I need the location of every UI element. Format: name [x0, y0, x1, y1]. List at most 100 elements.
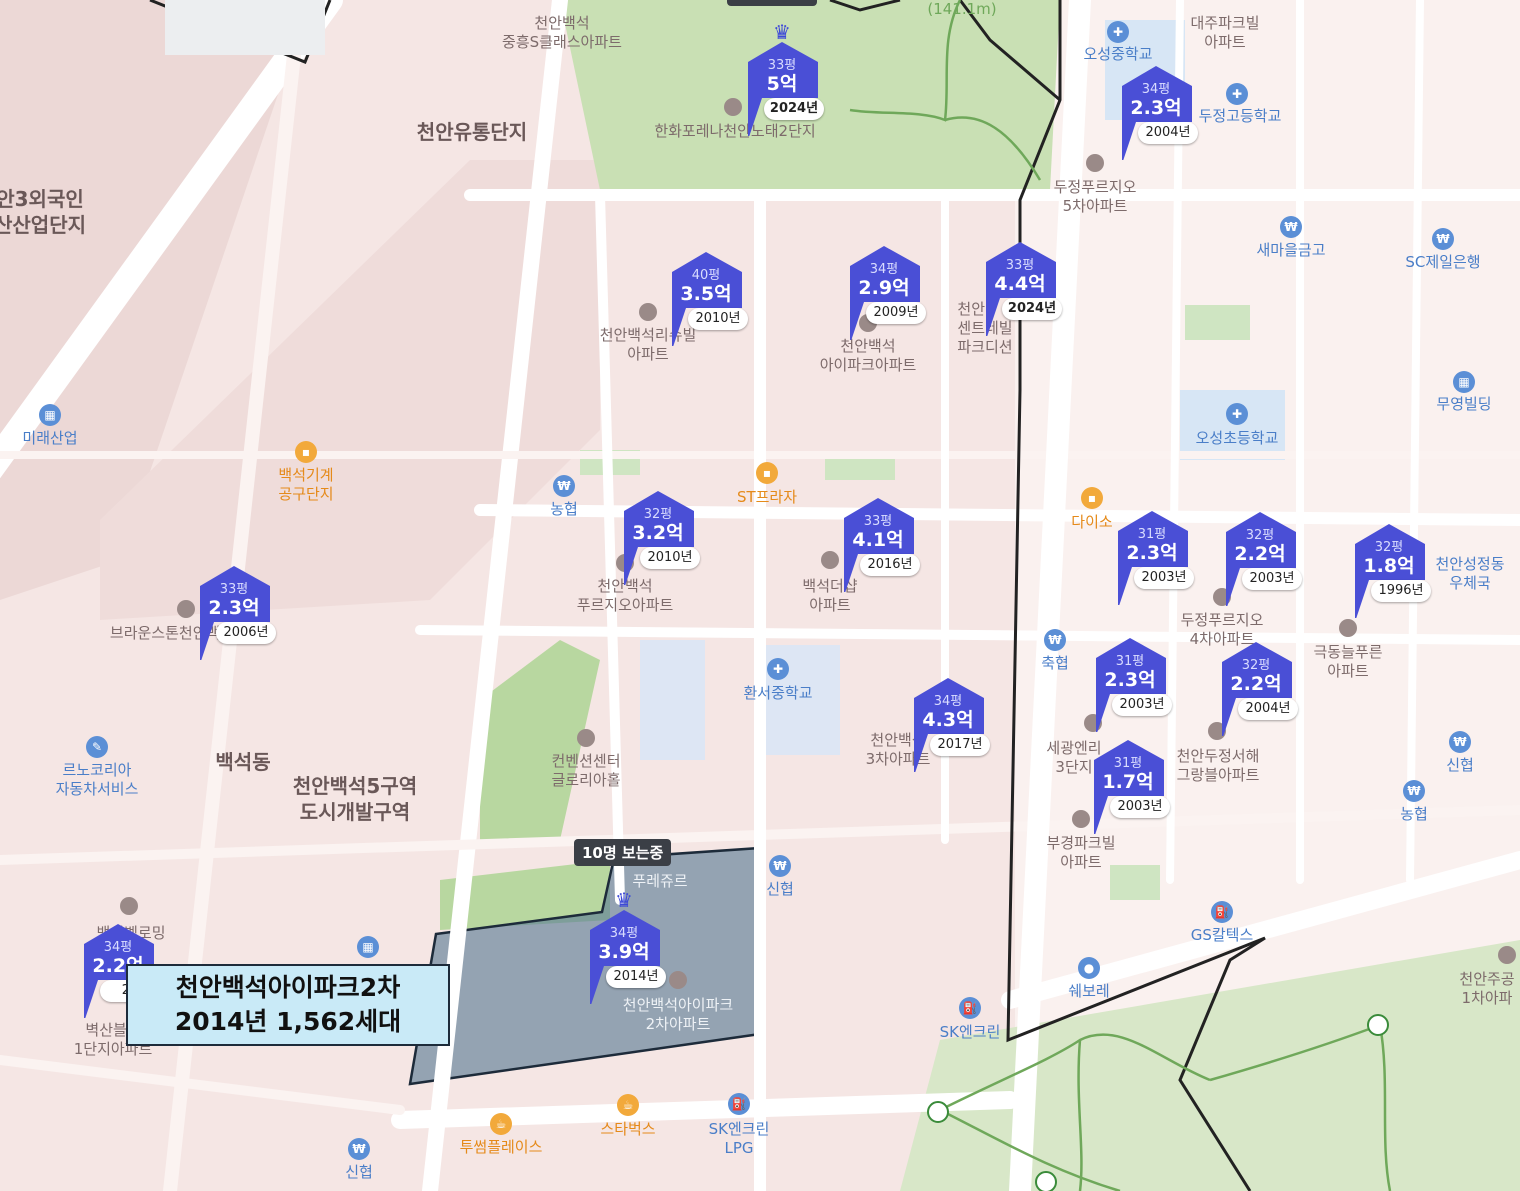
place-label[interactable]: 다이소: [1071, 513, 1112, 532]
place-label[interactable]: SC제일은행: [1405, 253, 1480, 272]
place-label[interactable]: 천안백석 아이파크아파트: [820, 337, 917, 375]
place-label[interactable]: 대주파크빌 아파트: [1190, 14, 1259, 52]
place-label[interactable]: 르노코리아 자동차서비스: [56, 761, 139, 799]
place-label[interactable]: 두정고등학교: [1199, 107, 1282, 126]
cafe-icon: ☕: [617, 1094, 639, 1116]
place-label[interactable]: 천안성정동 우체국: [1435, 555, 1504, 593]
marker-year: 2017년: [930, 734, 990, 756]
marker-year: 2010년: [640, 547, 700, 569]
gas-station-icon: ⛽: [1211, 901, 1233, 923]
gas-station-icon: ⛽: [728, 1093, 750, 1115]
bank-icon: ₩: [553, 475, 575, 497]
price-marker[interactable]: 40평 3.5억 2010년: [666, 250, 748, 346]
bank-icon: ₩: [1280, 216, 1302, 238]
marker-price: 2.3억: [208, 597, 260, 619]
price-marker[interactable]: 34평 2.3억 2004년: [1116, 64, 1198, 160]
price-marker[interactable]: 33평 4.4억 2024년: [980, 240, 1062, 336]
place-label[interactable]: 두정푸르지오 5차아파트: [1054, 178, 1137, 216]
price-marker[interactable]: 34평 2.9억 2009년: [844, 244, 926, 340]
apartment-icon: [1086, 154, 1104, 172]
place-label[interactable]: 스타벅스: [600, 1120, 655, 1139]
place-label[interactable]: 부경파크빌 아파트: [1046, 834, 1115, 872]
place-label[interactable]: GS칼텍스: [1191, 926, 1254, 945]
place-label[interactable]: SK엔크린 LPG: [709, 1120, 770, 1158]
place-label[interactable]: 천안백석 중흥S클래스아파트: [502, 14, 622, 52]
price-marker[interactable]: 32평 2.2억 2003년: [1220, 510, 1302, 606]
place-label[interactable]: 천안주공 1차아파: [1459, 970, 1514, 1008]
price-marker[interactable]: 31평 2.3억 2003년: [1112, 509, 1194, 605]
marker-price: 3.9억: [598, 941, 650, 963]
price-marker[interactable]: 31평 1.7억 2003년: [1088, 738, 1170, 834]
marker-price: 3.2억: [632, 522, 684, 544]
shopping-icon: ▪: [1081, 487, 1103, 509]
place-label[interactable]: 환서중학교: [743, 684, 812, 703]
marker-price: 2.3억: [1104, 669, 1156, 691]
bank-icon: ₩: [769, 855, 791, 877]
price-marker[interactable]: 33평 4.1억 2016년: [838, 496, 920, 592]
apartment-icon: [821, 551, 839, 569]
apartment-icon: [120, 897, 138, 915]
marker-year: 2014년: [606, 966, 666, 988]
place-label[interactable]: 투썸플레이스: [460, 1138, 543, 1157]
marker-year: 2003년: [1242, 568, 1302, 590]
place-label[interactable]: 백석기계 공구단지: [278, 466, 333, 504]
place-label[interactable]: 오성초등학교: [1196, 429, 1279, 448]
callout-complex-name: 천안백석아이파크2차: [175, 973, 401, 1002]
apartment-icon: [177, 600, 195, 618]
building-icon: ▦: [357, 936, 379, 958]
shopping-icon: ▪: [295, 441, 317, 463]
marker-price: 2.3억: [1130, 97, 1182, 119]
place-label[interactable]: SK엔크린: [940, 1023, 1001, 1042]
price-marker[interactable]: 33평 2.3억 2006년: [194, 564, 276, 660]
bank-icon: ₩: [1044, 629, 1066, 651]
marker-price: 2.2억: [1234, 543, 1286, 565]
place-label[interactable]: 쉐보레: [1068, 982, 1109, 1001]
price-marker[interactable]: 32평 2.2억 2004년: [1216, 640, 1298, 736]
shopping-icon: ▪: [756, 462, 778, 484]
bank-icon: ₩: [1403, 780, 1425, 802]
place-label[interactable]: 천안두정서해 그랑블아파트: [1177, 747, 1260, 785]
school-icon: ✚: [1226, 403, 1248, 425]
marker-year: 2016년: [860, 554, 920, 576]
marker-year: 2003년: [1110, 796, 1170, 818]
complex-info-callout[interactable]: 천안백석아이파크2차 2014년 1,562세대: [126, 964, 450, 1046]
price-marker[interactable]: ♛ 33평 5억 2024년: [742, 20, 824, 136]
school-icon: ✚: [1226, 83, 1248, 105]
price-marker[interactable]: 31평 2.3억 2003년: [1090, 636, 1172, 732]
place-label[interactable]: 농협: [550, 500, 578, 519]
place-label[interactable]: 농협: [1400, 805, 1428, 824]
price-marker[interactable]: 32평 1.8억 1996년: [1349, 522, 1431, 618]
marker-year: 2004년: [1138, 122, 1198, 144]
place-label[interactable]: 축협: [1041, 654, 1069, 673]
place-label[interactable]: 미래산업: [22, 429, 77, 448]
crown-icon: ♛: [773, 20, 791, 44]
bank-icon: ₩: [1432, 228, 1454, 250]
cafe-icon: ☕: [490, 1113, 512, 1135]
place-label[interactable]: 새마을금고: [1256, 241, 1325, 260]
place-label[interactable]: 컨벤션센터 글로리아홀: [551, 752, 620, 790]
marker-price: 1.8억: [1363, 555, 1415, 577]
marker-year: 2024년: [1002, 298, 1062, 320]
place-label[interactable]: 극동늘푸른 아파트: [1313, 643, 1382, 681]
marker-price: 2.9억: [858, 277, 910, 299]
school-icon: ✚: [767, 658, 789, 680]
apartment-icon: [724, 98, 742, 116]
price-marker[interactable]: 34평 4.3억 2017년: [908, 676, 990, 772]
place-label[interactable]: 무영빌딩: [1436, 395, 1491, 414]
price-marker[interactable]: 32평 3.2억 2010년: [618, 489, 700, 585]
top-tag: [727, 0, 817, 6]
place-label[interactable]: ST프라자: [737, 488, 797, 507]
bank-icon: ₩: [1449, 731, 1471, 753]
place-label[interactable]: 신협: [1446, 756, 1474, 775]
viewers-badge: 10명 보는중: [574, 839, 672, 866]
car-dealer-icon: ●: [1078, 957, 1100, 979]
place-label[interactable]: 오성중학교: [1083, 45, 1152, 64]
place-label[interactable]: 신협: [345, 1163, 373, 1182]
marker-year: 2003년: [1112, 694, 1172, 716]
price-marker[interactable]: ♛ 34평 3.9억 2014년: [584, 888, 666, 1004]
place-label[interactable]: 신협: [766, 880, 794, 899]
place-label[interactable]: 푸레쥬르: [632, 872, 687, 891]
building-icon: ▦: [39, 404, 61, 426]
marker-price: 2.3억: [1126, 542, 1178, 564]
distance-label: (141.1m): [927, 0, 997, 18]
